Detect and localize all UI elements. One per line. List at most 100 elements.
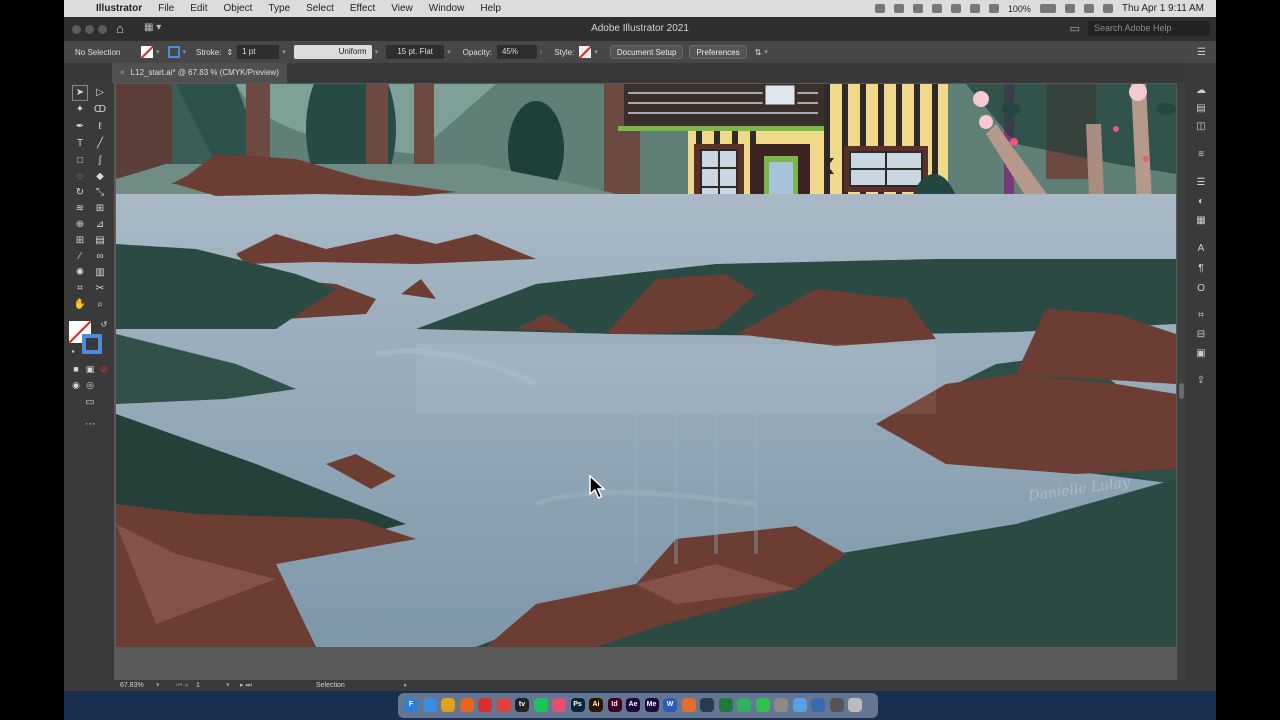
slice-tool-icon[interactable]: ✂: [93, 282, 107, 296]
menu-file[interactable]: File: [150, 3, 182, 14]
column-graph-tool-icon[interactable]: ▥: [93, 266, 107, 280]
dock-app-icon[interactable]: [700, 698, 714, 712]
vertical-scrollbar-thumb[interactable]: [1179, 383, 1184, 399]
dock-app-icon[interactable]: tv: [515, 698, 529, 712]
opacity-label[interactable]: Opacity:: [463, 48, 492, 57]
menu-edit[interactable]: Edit: [182, 3, 215, 14]
perspective-grid-tool-icon[interactable]: ⊿: [93, 218, 107, 232]
artwork-illustration[interactable]: Danielle Lulay: [116, 84, 1176, 647]
zoom-dropdown-icon[interactable]: ▾: [156, 680, 160, 691]
dock-app-icon[interactable]: F: [404, 698, 418, 712]
zoom-tool-icon[interactable]: ⌕: [93, 298, 107, 312]
tool-icon[interactable]: [931, 4, 942, 13]
mesh-tool-icon[interactable]: ⊞: [73, 234, 87, 248]
menu-window[interactable]: Window: [421, 3, 473, 14]
free-transform-tool-icon[interactable]: ⊞: [93, 202, 107, 216]
dock-app-icon[interactable]: W: [663, 698, 677, 712]
dock-app-icon[interactable]: [774, 698, 788, 712]
screen-mode-icon[interactable]: ▭: [83, 396, 97, 410]
menu-type[interactable]: Type: [260, 3, 298, 14]
properties-panel-icon[interactable]: ▤: [1195, 103, 1207, 114]
dock-app-icon[interactable]: Ae: [626, 698, 640, 712]
none-mode-icon[interactable]: ⊘: [97, 362, 111, 376]
dock-app-icon[interactable]: [533, 698, 548, 712]
layers-panel-icon[interactable]: ◫: [1195, 121, 1207, 132]
dock-app-icon[interactable]: [737, 698, 751, 712]
status-arrow-icon[interactable]: ▸: [404, 680, 408, 691]
dock-app-icon[interactable]: Ps: [570, 698, 585, 712]
pen-tool-icon[interactable]: ✒: [73, 120, 87, 134]
opacity-field[interactable]: 45%: [496, 45, 537, 59]
dock-app-icon[interactable]: [478, 698, 492, 712]
stroke-swatch[interactable]: ▾: [167, 46, 186, 58]
magic-wand-tool-icon[interactable]: ✦: [73, 103, 87, 117]
artboard-number[interactable]: 1: [196, 680, 200, 691]
gradient-tool-icon[interactable]: ▤: [93, 234, 107, 248]
default-fill-stroke-icon[interactable]: ▪: [66, 345, 80, 359]
display-icon[interactable]: [969, 4, 980, 13]
dock-app-icon[interactable]: [459, 698, 474, 712]
direct-selection-tool-icon[interactable]: ▷: [93, 86, 107, 100]
dock-app-icon[interactable]: [552, 698, 566, 712]
panel-menu-icon[interactable]: ☰: [1197, 47, 1206, 58]
align-panel-icon[interactable]: ⊟: [1195, 329, 1207, 340]
dock-app-icon[interactable]: [848, 698, 862, 712]
bluetooth-icon[interactable]: [950, 4, 961, 13]
document-setup-button[interactable]: Document Setup: [609, 45, 684, 59]
close-tab-icon[interactable]: ×: [120, 68, 125, 77]
swatches-panel-icon[interactable]: ▦: [1195, 215, 1207, 226]
artboard-tool-icon[interactable]: ⌗: [73, 282, 87, 296]
dock-app-icon[interactable]: [681, 698, 696, 712]
swap-fill-stroke-icon[interactable]: ↺: [97, 318, 111, 332]
shape-builder-tool-icon[interactable]: ⊕: [73, 218, 87, 232]
curvature-tool-icon[interactable]: ℓ: [93, 120, 107, 134]
edit-toolbar-icon[interactable]: ⋯: [83, 418, 97, 432]
menu-object[interactable]: Object: [215, 3, 260, 14]
menu-effect[interactable]: Effect: [342, 3, 383, 14]
transform-panel-icon[interactable]: ⌗: [1195, 310, 1207, 321]
stroke-weight-stepper-icon[interactable]: ⇕: [226, 48, 233, 57]
draw-mode-icon[interactable]: ◎: [83, 378, 97, 392]
menu-view[interactable]: View: [383, 3, 421, 14]
color-mode-icon[interactable]: ■: [69, 362, 83, 376]
shaper-tool-icon[interactable]: ◌: [73, 170, 87, 184]
wifi-icon[interactable]: [1064, 4, 1075, 13]
menu-app-name[interactable]: Illustrator: [88, 3, 150, 14]
stroke-label[interactable]: Stroke:: [196, 48, 221, 57]
volume-icon[interactable]: [988, 4, 999, 13]
libraries-panel-icon[interactable]: ☁: [1195, 85, 1207, 96]
lasso-tool-icon[interactable]: ↀ: [93, 103, 107, 117]
artboard[interactable]: Danielle Lulay: [116, 84, 1176, 647]
paintbrush-tool-icon[interactable]: ʃ: [93, 154, 107, 168]
cloud-icon[interactable]: [912, 4, 923, 13]
color-panel-icon[interactable]: ◐: [1195, 196, 1207, 207]
eyedropper-tool-icon[interactable]: ⁄: [73, 250, 87, 264]
dock-app-icon[interactable]: [496, 698, 511, 712]
first-artboard-icon[interactable]: ⏮ ◂: [176, 680, 188, 691]
blend-tool-icon[interactable]: ∞: [93, 250, 107, 264]
dock-app-icon[interactable]: Id: [607, 698, 622, 712]
document-tab[interactable]: × L12_start.ai* @ 67.83 % (CMYK/Preview): [112, 63, 287, 83]
gradient-mode-icon[interactable]: ▣: [83, 362, 97, 376]
selection-tool-icon[interactable]: ➤: [72, 85, 88, 101]
dock-app-icon[interactable]: [441, 698, 455, 712]
arrange-icon[interactable]: ⇅ ▾: [755, 48, 768, 57]
symbol-sprayer-tool-icon[interactable]: ✺: [73, 266, 87, 280]
variable-width-profile-select[interactable]: Uniform: [293, 45, 372, 59]
style-label[interactable]: Style:: [554, 48, 574, 57]
battery-icon[interactable]: [1039, 4, 1056, 13]
spotlight-search-icon[interactable]: [1083, 4, 1094, 13]
dock-app-icon[interactable]: [422, 698, 437, 712]
search-help-field[interactable]: Search Adobe Help: [1088, 21, 1210, 36]
next-artboard-icon[interactable]: ▸ ⏭: [240, 680, 252, 691]
rotate-tool-icon[interactable]: ↻: [73, 186, 87, 200]
scale-tool-icon[interactable]: ⤡: [93, 186, 107, 200]
canvas-area[interactable]: Danielle Lulay: [114, 83, 1186, 680]
dock-app-icon[interactable]: [829, 698, 844, 712]
export-panel-icon[interactable]: ⇪: [1195, 375, 1207, 386]
eraser-tool-icon[interactable]: ◆: [93, 170, 107, 184]
opentype-panel-icon[interactable]: O: [1195, 283, 1207, 294]
artboard-dropdown-icon[interactable]: ▾: [226, 680, 230, 691]
character-panel-icon[interactable]: A: [1195, 243, 1207, 254]
pathfinder-panel-icon[interactable]: ▣: [1195, 348, 1207, 359]
